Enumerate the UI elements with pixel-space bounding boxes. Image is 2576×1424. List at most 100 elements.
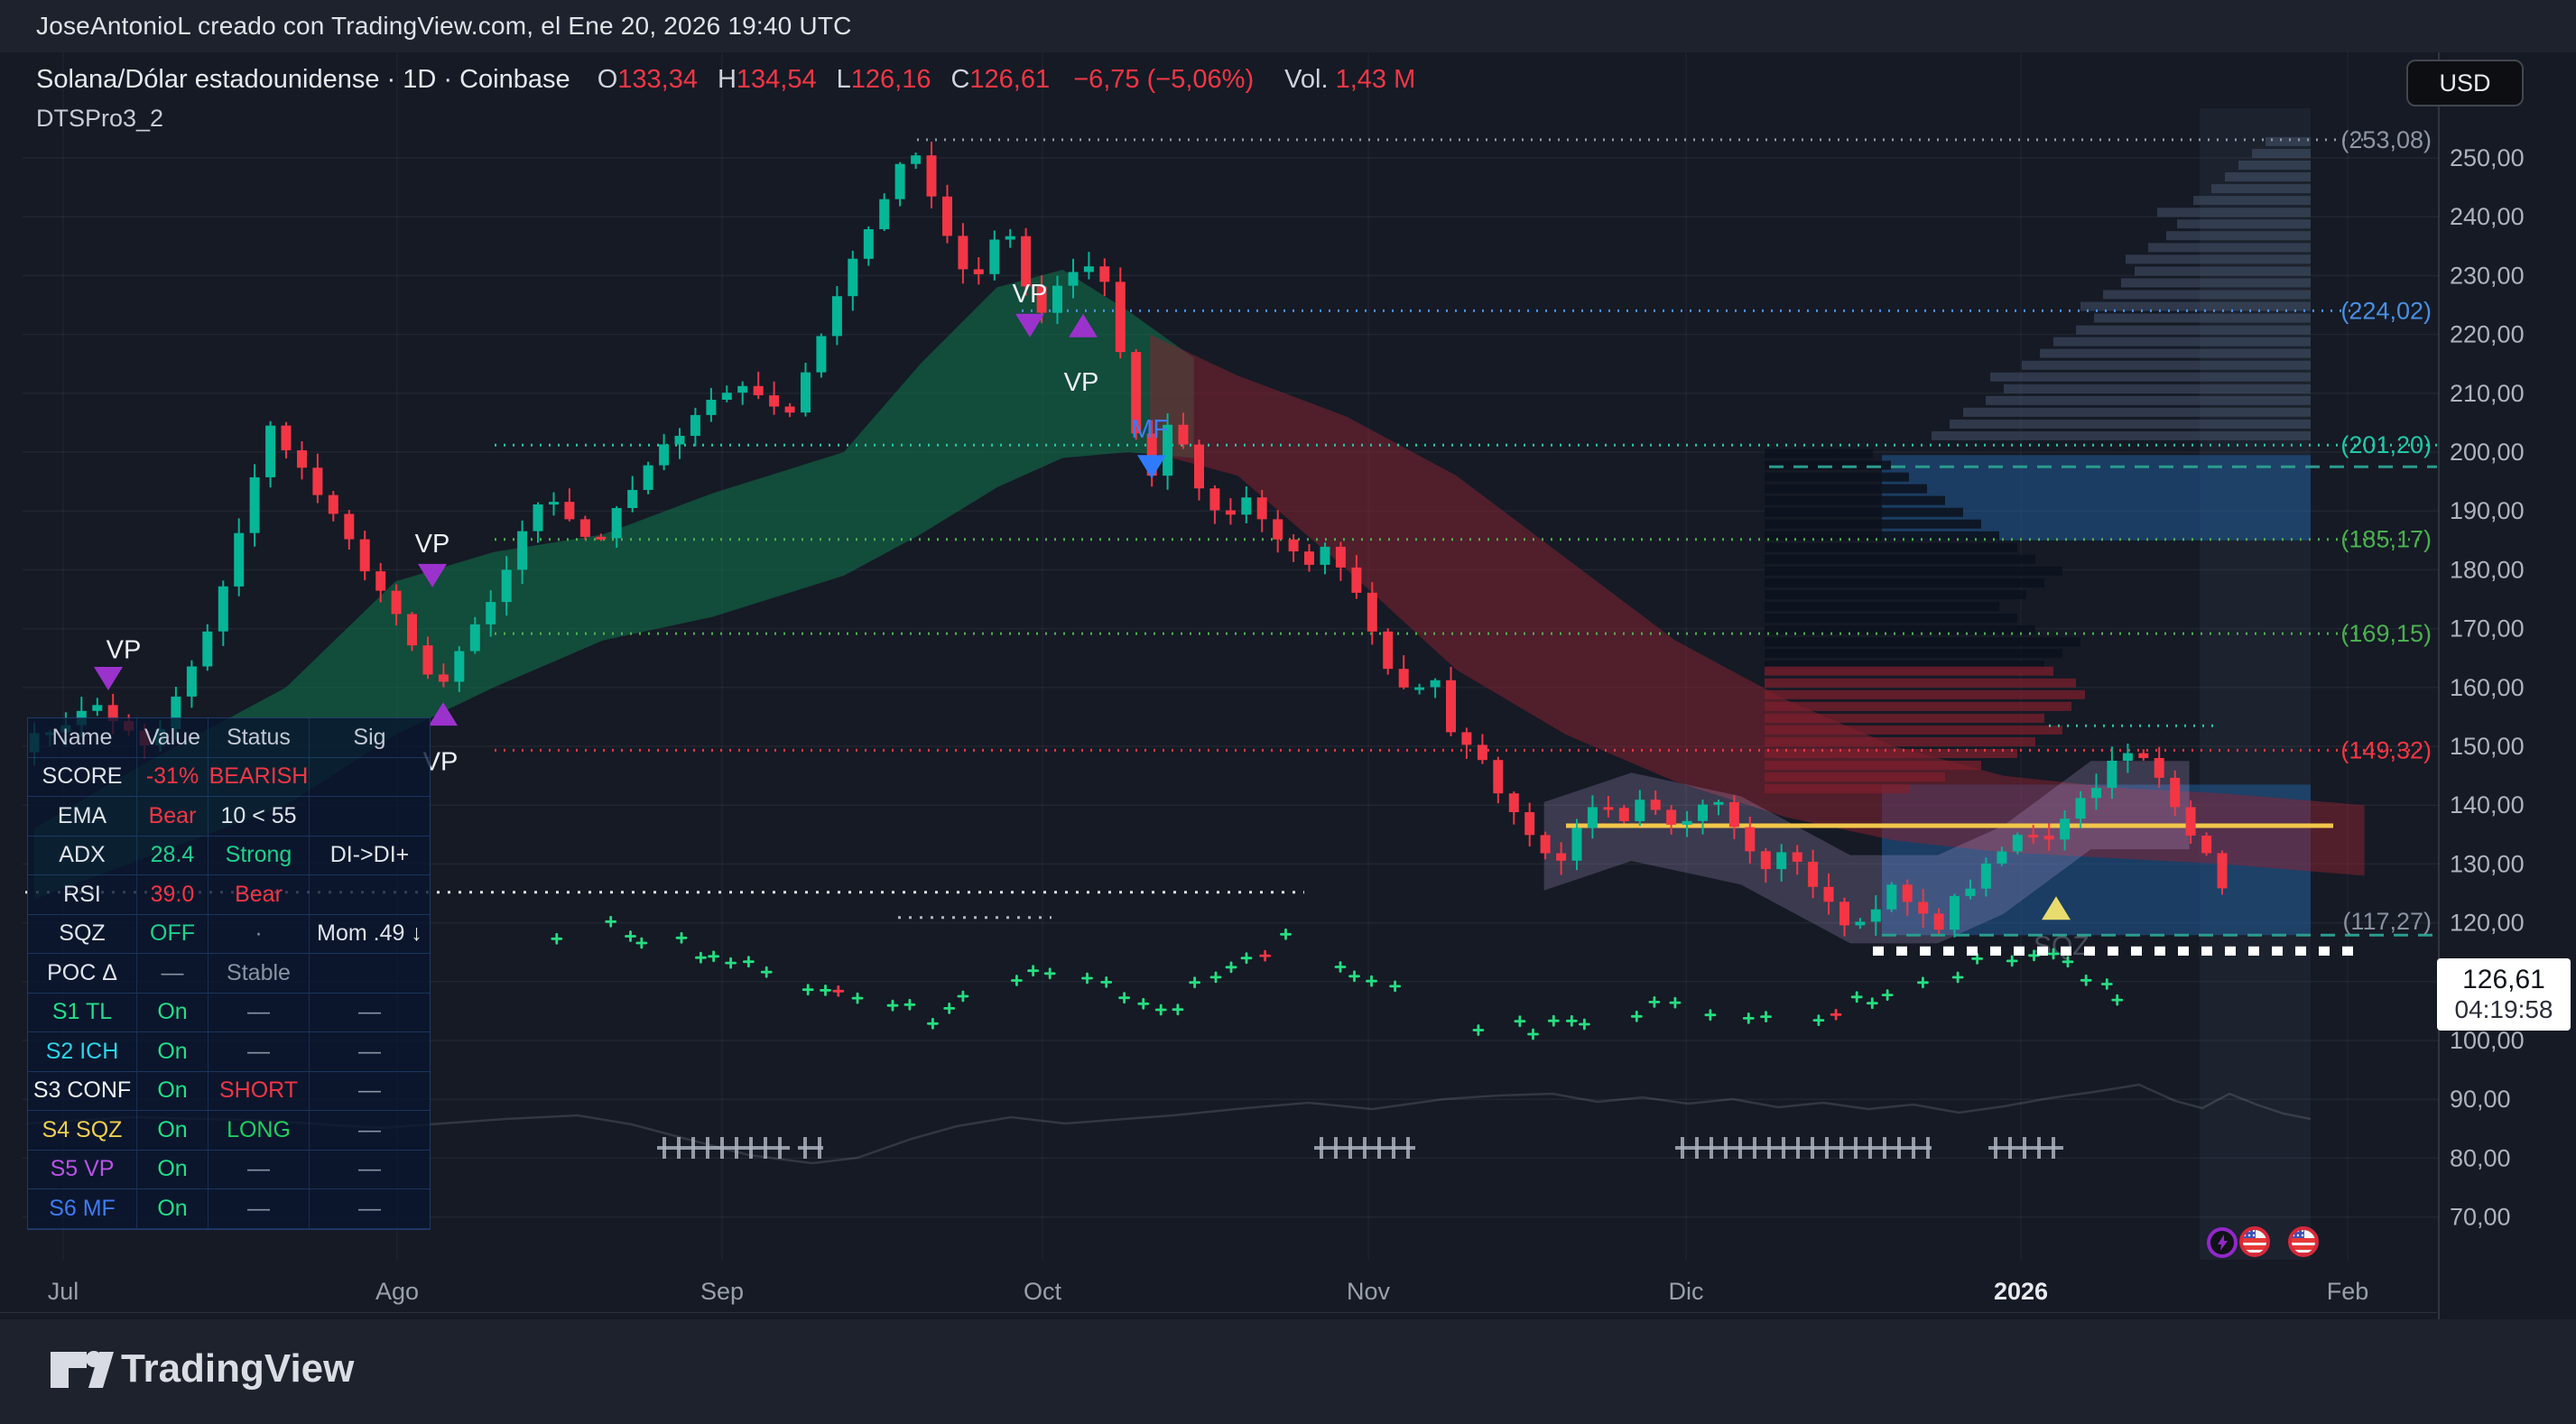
svg-text:130,00: 130,00: [2450, 850, 2525, 877]
svg-text:(201,20): (201,20): [2340, 431, 2432, 458]
table-cell: —: [310, 1151, 430, 1190]
svg-text:VP: VP: [1064, 368, 1099, 397]
svg-text:VP: VP: [1013, 280, 1048, 309]
event-bolt-icon: [2209, 1229, 2236, 1256]
table-cell: 28.4: [137, 837, 208, 876]
ohlc-value: 134,54: [737, 65, 817, 94]
table-cell: S1 TL: [28, 994, 137, 1033]
tradingview-logo-icon[interactable]: [47, 1345, 117, 1395]
attribution-bar: JoseAntonioL creado con TradingView.com,…: [0, 0, 2576, 52]
ohlc-values: O133,34H134,54L126,16C126,61: [578, 65, 1050, 94]
svg-text:Nov: Nov: [1347, 1278, 1391, 1305]
table-cell: [310, 797, 430, 837]
tradingview-logo-text[interactable]: TradingView: [121, 1346, 354, 1392]
svg-text:(224,02): (224,02): [2340, 297, 2432, 324]
svg-text:(169,15): (169,15): [2340, 620, 2432, 647]
svg-text:150,00: 150,00: [2450, 733, 2525, 760]
table-cell: SCORE: [28, 758, 137, 798]
svg-text:210,00: 210,00: [2450, 380, 2525, 407]
svg-text:90,00: 90,00: [2450, 1086, 2511, 1113]
table-cell: On: [137, 994, 208, 1033]
table-cell: EMA: [28, 797, 137, 837]
svg-text:200,00: 200,00: [2450, 439, 2525, 466]
svg-text:120,00: 120,00: [2450, 910, 2525, 937]
svg-text:180,00: 180,00: [2450, 556, 2525, 583]
table-cell: —: [208, 1189, 310, 1229]
sqz-watermark: SQZ: [2034, 931, 2090, 961]
svg-text:Oct: Oct: [1024, 1278, 1062, 1305]
table-header: Name: [28, 718, 137, 758]
volume-label: Vol.: [1284, 65, 1328, 94]
currency-usd-button[interactable]: USD: [2406, 60, 2524, 106]
svg-text:Ago: Ago: [375, 1278, 419, 1305]
table-header: Sig: [310, 718, 430, 758]
symbol-title[interactable]: Solana/Dólar estadounidense · 1D · Coinb…: [36, 65, 570, 94]
table-header: Status: [208, 718, 310, 758]
table-cell: Stable: [208, 954, 310, 994]
svg-text:Sep: Sep: [700, 1278, 744, 1305]
ohlc-key: H: [718, 65, 737, 94]
svg-text:(185,17): (185,17): [2340, 526, 2432, 553]
time-axis-labels[interactable]: Jul Ago Sep Oct Nov Dic 2026 Feb: [48, 1278, 2369, 1305]
ohlc-key: L: [837, 65, 851, 94]
ohlc-value: 133,34: [617, 65, 698, 94]
chart-area: SQZVPVPVPVPVPMF250,00240,00230,00220,002…: [0, 52, 2576, 1319]
table-cell: S6 MF: [28, 1189, 137, 1229]
table-cell: [310, 954, 430, 994]
table-cell: S3 CONF: [28, 1072, 137, 1112]
svg-text:2026: 2026: [1994, 1278, 2048, 1305]
table-cell: ·: [208, 915, 310, 955]
table-cell: —: [310, 1072, 430, 1112]
current-price-badge: 126,61 04:19:58: [2437, 958, 2571, 1031]
table-cell: S4 SQZ: [28, 1111, 137, 1151]
indicator-name[interactable]: DTSPro3_2: [36, 105, 163, 133]
table-cell: —: [137, 954, 208, 994]
attribution-text: JoseAntonioL creado con TradingView.com,…: [36, 12, 852, 41]
table-cell: -31%: [137, 758, 208, 798]
svg-text:140,00: 140,00: [2450, 791, 2525, 818]
table-cell: —: [310, 994, 430, 1033]
table-cell: Strong: [208, 837, 310, 876]
footer-bar: TradingView: [0, 1319, 2576, 1424]
table-cell: DI->DI+: [310, 837, 430, 876]
svg-text:Dic: Dic: [1669, 1278, 1704, 1305]
svg-text:80,00: 80,00: [2450, 1144, 2511, 1171]
svg-text:VP: VP: [415, 530, 450, 559]
table-cell: —: [310, 1189, 430, 1229]
table-cell: BEARISH: [208, 758, 310, 798]
table-cell: On: [137, 1151, 208, 1190]
table-cell: SHORT: [208, 1072, 310, 1112]
svg-text:160,00: 160,00: [2450, 674, 2525, 701]
symbol-info-bar[interactable]: Solana/Dólar estadounidense · 1D · Coinb…: [36, 65, 1415, 95]
tradingview-chart-page: { "attribution": "JoseAntonioL creado co…: [0, 0, 2576, 1424]
svg-text:(149,32): (149,32): [2340, 736, 2432, 763]
table-cell: RSI: [28, 875, 137, 915]
change-value: −6,75 (−5,06%): [1073, 65, 1254, 94]
table-cell: Bear: [137, 797, 208, 837]
table-cell: On: [137, 1111, 208, 1151]
economic-event-icons[interactable]: [2209, 1228, 2317, 1257]
svg-text:230,00: 230,00: [2450, 262, 2525, 289]
table-cell: 39.0: [137, 875, 208, 915]
svg-text:Jul: Jul: [48, 1278, 79, 1305]
us-flag-icon: [2241, 1228, 2268, 1257]
table-cell: —: [310, 1111, 430, 1151]
svg-text:70,00: 70,00: [2450, 1204, 2511, 1231]
svg-text:MF: MF: [1131, 415, 1169, 444]
table-cell: On: [137, 1072, 208, 1112]
table-cell: Mom .49 ↓: [310, 915, 430, 955]
ohlc-key: O: [598, 65, 618, 94]
table-cell: POC Δ: [28, 954, 137, 994]
svg-text:190,00: 190,00: [2450, 497, 2525, 524]
table-cell: [310, 758, 430, 798]
table-cell: —: [310, 1032, 430, 1072]
svg-text:Feb: Feb: [2327, 1278, 2369, 1305]
svg-text:250,00: 250,00: [2450, 144, 2525, 171]
ohlc-value: 126,61: [969, 65, 1050, 94]
price-axis[interactable]: 250,00240,00230,00220,00210,00200,00190,…: [2450, 144, 2525, 1231]
table-cell: —: [208, 994, 310, 1033]
table-cell: SQZ: [28, 915, 137, 955]
table-cell: OFF: [137, 915, 208, 955]
table-cell: S5 VP: [28, 1151, 137, 1190]
svg-text:100,00: 100,00: [2450, 1027, 2525, 1054]
